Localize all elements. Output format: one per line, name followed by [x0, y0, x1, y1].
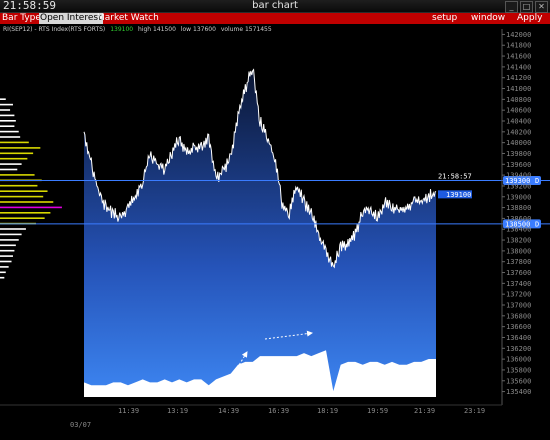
profile-bar [0, 168, 18, 171]
profile-bar [0, 114, 15, 117]
profile-bar [0, 174, 35, 176]
price-tick-label: 141000 [506, 85, 531, 93]
time-tick-label: 21:39 [414, 407, 435, 415]
price-tick-label: 141800 [506, 42, 531, 50]
profile-bar [0, 228, 26, 230]
time-tick-label: 13:19 [167, 407, 188, 415]
price-tick-label: 139600 [506, 161, 531, 169]
price-tick-label: 139800 [506, 150, 531, 158]
volume-profile [0, 98, 62, 279]
price-tick-label: 135400 [506, 388, 531, 396]
profile-bar [0, 266, 9, 268]
price-tick-label: 142000 [506, 31, 531, 39]
date-label: 03/07 [70, 421, 91, 429]
price-tick-label: 140200 [506, 128, 531, 136]
time-tick-label: 23:19 [464, 407, 485, 415]
price-tick-label: 141200 [506, 74, 531, 82]
profile-bar [0, 201, 54, 203]
price-tick-label: 138400 [506, 226, 531, 234]
price-tick-label: 137600 [506, 269, 531, 277]
price-area-fill [84, 69, 436, 397]
price-tick-label: 140800 [506, 96, 531, 104]
price-tick-label: 136600 [506, 323, 531, 331]
price-tick-label: 140400 [506, 118, 531, 126]
profile-bar [0, 141, 29, 144]
price-tick-label: 137800 [506, 258, 531, 266]
profile-bar [0, 217, 45, 219]
lower-level-flag-letter: D [535, 220, 539, 228]
price-tick-label: 138800 [506, 204, 531, 212]
price-tick-label: 135600 [506, 377, 531, 385]
time-axis: 11:39 13:19 14:39 16:39 18:19 19:59 21:39 23:19… [0, 404, 502, 429]
profile-bar [0, 147, 41, 149]
profile-bar [0, 255, 13, 257]
profile-bar [0, 152, 34, 155]
price-tick-label: 135800 [506, 366, 531, 374]
price-tick-label: 136400 [506, 334, 531, 342]
price-tick-label: 141600 [506, 53, 531, 61]
profile-bar [0, 260, 12, 263]
profile-bar [0, 233, 22, 236]
profile-bar [0, 190, 48, 192]
profile-bar [0, 271, 6, 274]
price-tick-label: 140000 [506, 139, 531, 147]
profile-bar [0, 249, 15, 252]
price-tick-label: 137000 [506, 302, 531, 310]
time-tick-label: 18:19 [317, 407, 338, 415]
time-tick-label: 11:39 [118, 407, 139, 415]
profile-bar [0, 120, 16, 122]
profile-bar [0, 103, 13, 106]
bar-chart-canvas[interactable]: 139300 D138500 D21:58:57139100 14200014180… [0, 0, 550, 440]
price-tick-label: 139400 [506, 172, 531, 180]
profile-bar [0, 212, 51, 214]
price-tick-label: 138200 [506, 237, 531, 245]
profile-bar [0, 195, 44, 198]
profile-bar [0, 109, 11, 111]
price-tick-label: 137400 [506, 280, 531, 288]
price-tick-label: 139000 [506, 193, 531, 201]
price-tick-label: 138000 [506, 247, 531, 255]
price-area [84, 69, 436, 397]
time-tick-label: 19:59 [367, 407, 388, 415]
profile-bar [0, 206, 62, 209]
price-tick-label: 136800 [506, 312, 531, 320]
upper-level-flag-letter: D [535, 177, 539, 185]
profile-bar [0, 136, 21, 138]
price-tick-label: 137200 [506, 291, 531, 299]
profile-bar [0, 98, 6, 100]
profile-bar [0, 239, 19, 241]
price-tick-label: 138600 [506, 215, 531, 223]
time-tick-label: 14:39 [218, 407, 239, 415]
profile-bar [0, 163, 22, 165]
profile-bar [0, 130, 19, 133]
last-price-tag: 139100 [446, 191, 471, 199]
time-tick-label: 16:39 [268, 407, 289, 415]
profile-bar [0, 125, 15, 127]
price-tick-label: 136200 [506, 345, 531, 353]
price-tick-label: 139200 [506, 182, 531, 190]
profile-bar [0, 244, 16, 247]
price-tick-label: 140600 [506, 107, 531, 115]
price-axis: 142000 141800 141600 141400 141200 141000 1408… [501, 29, 531, 405]
price-tick-label: 141400 [506, 63, 531, 71]
upper-level-time: 21:58:57 [438, 173, 472, 181]
profile-bar [0, 276, 5, 279]
profile-bar [0, 157, 28, 160]
profile-bar [0, 184, 38, 187]
price-tick-label: 136000 [506, 356, 531, 364]
